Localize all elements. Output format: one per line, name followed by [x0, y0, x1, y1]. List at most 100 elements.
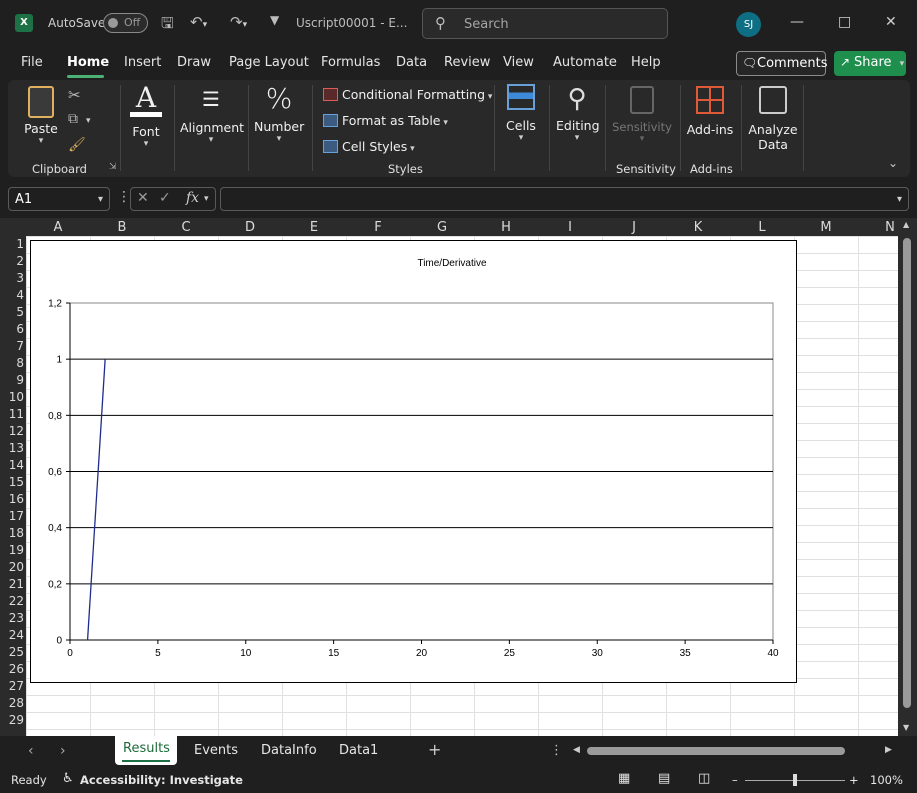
column-header-m[interactable]: M — [794, 220, 858, 235]
font-button[interactable]: A Font ▾ — [128, 84, 164, 149]
column-header-j[interactable]: J — [602, 220, 666, 235]
undo-icon[interactable]: ↶▾ — [190, 13, 207, 31]
format-as-table-button[interactable]: Format as Table ▾ — [323, 113, 448, 128]
more-icon[interactable]: ⋮ — [117, 189, 131, 205]
page-layout-view-icon[interactable]: ▤ — [658, 771, 670, 786]
row-header-6[interactable]: 6 — [0, 322, 24, 336]
customize-toolbar-icon[interactable]: ▼ — [270, 13, 279, 27]
copy-icon[interactable]: ⧉ ▾ — [68, 111, 91, 127]
analyze-data-button[interactable]: Analyze Data — [746, 84, 800, 152]
add-sheet-icon[interactable]: + — [428, 740, 441, 759]
menu-insert[interactable]: Insert — [124, 55, 161, 70]
row-header-14[interactable]: 14 — [0, 458, 24, 472]
column-header-d[interactable]: D — [218, 220, 282, 235]
accessibility-status[interactable]: Accessibility: Investigate — [80, 773, 243, 787]
sheet-tab-events[interactable]: Events — [194, 743, 238, 758]
share-button[interactable]: ↗ Share ▾ — [834, 51, 906, 76]
scroll-left-icon[interactable]: ◀ — [573, 745, 580, 755]
zoom-level[interactable]: 100% — [870, 773, 903, 787]
close-icon[interactable]: ✕ — [885, 14, 897, 30]
dialog-launcher-icon[interactable]: ⇲ — [109, 162, 117, 172]
menu-file[interactable]: File — [21, 55, 43, 70]
document-title[interactable]: Uscript00001 - E... — [296, 16, 407, 30]
column-header-l[interactable]: L — [730, 220, 794, 235]
row-header-26[interactable]: 26 — [0, 662, 24, 676]
zoom-in-icon[interactable]: + — [849, 773, 859, 787]
search-box[interactable]: ⚲ Search — [422, 8, 668, 39]
cell-styles-button[interactable]: Cell Styles ▾ — [323, 139, 415, 154]
sensitivity-button[interactable]: Sensitivity ▾ — [611, 84, 673, 144]
insert-function-icon[interactable]: fx — [186, 190, 199, 206]
row-header-18[interactable]: 18 — [0, 526, 24, 540]
column-header-g[interactable]: G — [410, 220, 474, 235]
row-header-22[interactable]: 22 — [0, 594, 24, 608]
column-header-a[interactable]: A — [26, 220, 90, 235]
menu-formulas[interactable]: Formulas — [321, 55, 380, 70]
scroll-thumb[interactable] — [903, 238, 911, 708]
row-header-12[interactable]: 12 — [0, 424, 24, 438]
format-painter-icon[interactable]: 🖌 — [68, 137, 86, 153]
column-header-k[interactable]: K — [666, 220, 730, 235]
menu-home[interactable]: Home — [67, 55, 109, 70]
save-icon[interactable]: 🖫 — [161, 13, 174, 38]
enter-icon[interactable]: ✓ — [159, 190, 171, 206]
more-options-icon[interactable]: ⋮ — [550, 743, 563, 758]
horizontal-scroll-thumb[interactable] — [587, 747, 845, 755]
menu-draw[interactable]: Draw — [177, 55, 211, 70]
chart-object[interactable]: Time/Derivative 0 0,2 0,4 0,6 0,8 1 1,2 0 5 10 15 2… — [30, 240, 797, 683]
addins-button[interactable]: Add-ins — [686, 84, 734, 137]
scroll-up-icon[interactable]: ▲ — [903, 220, 909, 229]
row-header-4[interactable]: 4 — [0, 288, 24, 302]
column-header-f[interactable]: F — [346, 220, 410, 235]
column-header-h[interactable]: H — [474, 220, 538, 235]
sheet-tab-datainfo[interactable]: DataInfo — [261, 743, 317, 758]
editing-button[interactable]: ⚲ Editing ▾ — [556, 84, 600, 143]
autosave-toggle[interactable]: Off — [103, 13, 148, 33]
zoom-slider-knob[interactable] — [793, 774, 797, 786]
scroll-right-icon[interactable]: ▶ — [885, 745, 892, 755]
name-box[interactable]: A1 ▾ — [8, 187, 110, 211]
row-header-25[interactable]: 25 — [0, 645, 24, 659]
row-header-27[interactable]: 27 — [0, 679, 24, 693]
avatar[interactable]: SJ — [736, 12, 761, 37]
row-header-16[interactable]: 16 — [0, 492, 24, 506]
menu-page-layout[interactable]: Page Layout — [229, 55, 309, 70]
row-header-23[interactable]: 23 — [0, 611, 24, 625]
menu-view[interactable]: View — [503, 55, 534, 70]
row-header-19[interactable]: 19 — [0, 543, 24, 557]
page-break-view-icon[interactable]: ◫ — [698, 771, 710, 786]
row-header-24[interactable]: 24 — [0, 628, 24, 642]
conditional-formatting-button[interactable]: Conditional Formatting ▾ — [323, 87, 492, 102]
row-header-1[interactable]: 1 — [0, 237, 24, 251]
row-header-17[interactable]: 17 — [0, 509, 24, 523]
row-header-9[interactable]: 9 — [0, 373, 24, 387]
comments-button[interactable]: 🗨 Comments — [736, 51, 827, 76]
alignment-button[interactable]: ☰ Alignment ▾ — [180, 86, 244, 145]
row-header-2[interactable]: 2 — [0, 254, 24, 268]
row-header-7[interactable]: 7 — [0, 339, 24, 353]
row-header-8[interactable]: 8 — [0, 356, 24, 370]
row-header-29[interactable]: 29 — [0, 713, 24, 727]
row-header-15[interactable]: 15 — [0, 475, 24, 489]
row-header-13[interactable]: 13 — [0, 441, 24, 455]
collapse-ribbon-icon[interactable]: ⌄ — [888, 156, 898, 170]
formula-input[interactable]: ▾ — [220, 187, 909, 211]
menu-data[interactable]: Data — [396, 55, 427, 70]
expand-formula-icon[interactable]: ▾ — [897, 194, 902, 205]
next-sheet-icon[interactable]: › — [60, 743, 66, 759]
number-button[interactable]: % Number ▾ — [254, 84, 304, 145]
row-header-11[interactable]: 11 — [0, 407, 24, 421]
sheet-tab-data1[interactable]: Data1 — [339, 743, 378, 758]
scroll-down-icon[interactable]: ▼ — [903, 723, 909, 732]
menu-review[interactable]: Review — [444, 55, 490, 70]
menu-automate[interactable]: Automate — [553, 55, 617, 70]
column-header-i[interactable]: I — [538, 220, 602, 235]
row-header-10[interactable]: 10 — [0, 390, 24, 404]
row-header-3[interactable]: 3 — [0, 271, 24, 285]
prev-sheet-icon[interactable]: ‹ — [28, 743, 34, 759]
column-header-e[interactable]: E — [282, 220, 346, 235]
normal-view-icon[interactable]: ▦ — [618, 771, 630, 786]
row-header-20[interactable]: 20 — [0, 560, 24, 574]
vertical-scrollbar[interactable]: ▲ ▼ — [898, 218, 917, 736]
menu-help[interactable]: Help — [631, 55, 661, 70]
